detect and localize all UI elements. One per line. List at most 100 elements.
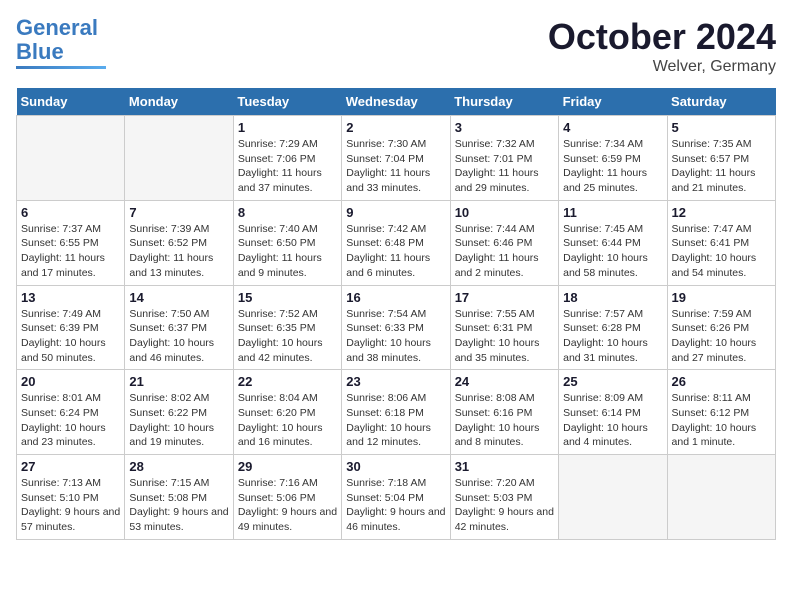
- day-info: Sunrise: 8:11 AMSunset: 6:12 PMDaylight:…: [672, 391, 771, 450]
- day-info: Sunrise: 7:34 AMSunset: 6:59 PMDaylight:…: [563, 137, 662, 196]
- title-area: October 2024 Welver, Germany: [548, 16, 776, 76]
- calendar-table: SundayMondayTuesdayWednesdayThursdayFrid…: [16, 88, 776, 540]
- day-number: 13: [21, 290, 120, 305]
- col-header-thursday: Thursday: [450, 88, 558, 116]
- calendar-cell: 11Sunrise: 7:45 AMSunset: 6:44 PMDayligh…: [559, 200, 667, 285]
- day-number: 22: [238, 374, 337, 389]
- calendar-cell: 26 Sunrise: 8:11 AMSunset: 6:12 PMDayligh…: [667, 370, 775, 455]
- day-number: 7: [129, 205, 228, 220]
- day-number: 23: [346, 374, 445, 389]
- day-number: 16: [346, 290, 445, 305]
- day-info: Sunrise: 7:54 AMSunset: 6:33 PMDaylight:…: [346, 307, 445, 366]
- calendar-cell: 17 Sunrise: 7:55 AMSunset: 6:31 PMDayligh…: [450, 285, 558, 370]
- day-info: Sunrise: 7:42 AMSunset: 6:48 PMDaylight:…: [346, 222, 445, 281]
- day-info: Sunrise: 7:13 AMSunset: 5:10 PMDaylight:…: [21, 476, 120, 535]
- calendar-cell: 27 Sunrise: 7:13 AMSunset: 5:10 PMDayligh…: [17, 455, 125, 540]
- day-number: 31: [455, 459, 554, 474]
- day-info: Sunrise: 8:09 AMSunset: 6:14 PMDaylight:…: [563, 391, 662, 450]
- day-number: 30: [346, 459, 445, 474]
- calendar-cell: 10Sunrise: 7:44 AMSunset: 6:46 PMDayligh…: [450, 200, 558, 285]
- day-info: Sunrise: 7:59 AMSunset: 6:26 PMDaylight:…: [672, 307, 771, 366]
- day-info: Sunrise: 8:02 AMSunset: 6:22 PMDaylight:…: [129, 391, 228, 450]
- day-number: 19: [672, 290, 771, 305]
- day-number: 29: [238, 459, 337, 474]
- day-number: 26: [672, 374, 771, 389]
- day-info: Sunrise: 7:40 AMSunset: 6:50 PMDaylight:…: [238, 222, 337, 281]
- calendar-cell: 9 Sunrise: 7:42 AMSunset: 6:48 PMDaylight…: [342, 200, 450, 285]
- day-number: 17: [455, 290, 554, 305]
- calendar-cell: 25 Sunrise: 8:09 AMSunset: 6:14 PMDayligh…: [559, 370, 667, 455]
- day-info: Sunrise: 7:15 AMSunset: 5:08 PMDaylight:…: [129, 476, 228, 535]
- calendar-week-5: 27 Sunrise: 7:13 AMSunset: 5:10 PMDayligh…: [17, 455, 776, 540]
- day-number: 15: [238, 290, 337, 305]
- day-info: Sunrise: 7:49 AMSunset: 6:39 PMDaylight:…: [21, 307, 120, 366]
- calendar-cell: 29 Sunrise: 7:16 AMSunset: 5:06 PMDayligh…: [233, 455, 341, 540]
- calendar-cell: [17, 116, 125, 201]
- day-info: Sunrise: 7:32 AMSunset: 7:01 PMDaylight:…: [455, 137, 554, 196]
- day-number: 4: [563, 120, 662, 135]
- col-header-wednesday: Wednesday: [342, 88, 450, 116]
- calendar-cell: 14 Sunrise: 7:50 AMSunset: 6:37 PMDayligh…: [125, 285, 233, 370]
- day-number: 6: [21, 205, 120, 220]
- calendar-cell: 5Sunrise: 7:35 AMSunset: 6:57 PMDaylight…: [667, 116, 775, 201]
- day-info: Sunrise: 7:29 AMSunset: 7:06 PMDaylight:…: [238, 137, 337, 196]
- header-row: SundayMondayTuesdayWednesdayThursdayFrid…: [17, 88, 776, 116]
- day-number: 2: [346, 120, 445, 135]
- day-number: 24: [455, 374, 554, 389]
- day-number: 9: [346, 205, 445, 220]
- day-info: Sunrise: 7:35 AMSunset: 6:57 PMDaylight:…: [672, 137, 771, 196]
- day-info: Sunrise: 7:55 AMSunset: 6:31 PMDaylight:…: [455, 307, 554, 366]
- calendar-cell: 19 Sunrise: 7:59 AMSunset: 6:26 PMDayligh…: [667, 285, 775, 370]
- day-number: 20: [21, 374, 120, 389]
- col-header-tuesday: Tuesday: [233, 88, 341, 116]
- day-info: Sunrise: 7:44 AMSunset: 6:46 PMDaylight:…: [455, 222, 554, 281]
- day-info: Sunrise: 7:20 AMSunset: 5:03 PMDaylight:…: [455, 476, 554, 535]
- logo: GeneralBlue: [16, 16, 106, 69]
- day-info: Sunrise: 7:50 AMSunset: 6:37 PMDaylight:…: [129, 307, 228, 366]
- day-info: Sunrise: 7:57 AMSunset: 6:28 PMDaylight:…: [563, 307, 662, 366]
- calendar-cell: 24 Sunrise: 8:08 AMSunset: 6:16 PMDayligh…: [450, 370, 558, 455]
- day-info: Sunrise: 7:18 AMSunset: 5:04 PMDaylight:…: [346, 476, 445, 535]
- calendar-cell: 8 Sunrise: 7:40 AMSunset: 6:50 PMDaylight…: [233, 200, 341, 285]
- day-number: 3: [455, 120, 554, 135]
- day-info: Sunrise: 8:04 AMSunset: 6:20 PMDaylight:…: [238, 391, 337, 450]
- day-info: Sunrise: 8:08 AMSunset: 6:16 PMDaylight:…: [455, 391, 554, 450]
- month-title: October 2024: [548, 16, 776, 58]
- calendar-cell: 12 Sunrise: 7:47 AMSunset: 6:41 PMDayligh…: [667, 200, 775, 285]
- location: Welver, Germany: [548, 58, 776, 76]
- calendar-cell: 6 Sunrise: 7:37 AMSunset: 6:55 PMDaylight…: [17, 200, 125, 285]
- day-number: 8: [238, 205, 337, 220]
- calendar-cell: 13 Sunrise: 7:49 AMSunset: 6:39 PMDayligh…: [17, 285, 125, 370]
- calendar-cell: [559, 455, 667, 540]
- day-info: Sunrise: 7:39 AMSunset: 6:52 PMDaylight:…: [129, 222, 228, 281]
- day-info: Sunrise: 7:37 AMSunset: 6:55 PMDaylight:…: [21, 222, 120, 281]
- day-info: Sunrise: 7:16 AMSunset: 5:06 PMDaylight:…: [238, 476, 337, 535]
- calendar-cell: [667, 455, 775, 540]
- day-number: 1: [238, 120, 337, 135]
- calendar-cell: 23 Sunrise: 8:06 AMSunset: 6:18 PMDayligh…: [342, 370, 450, 455]
- calendar-cell: 3 Sunrise: 7:32 AMSunset: 7:01 PMDaylight…: [450, 116, 558, 201]
- day-info: Sunrise: 7:47 AMSunset: 6:41 PMDaylight:…: [672, 222, 771, 281]
- day-number: 14: [129, 290, 228, 305]
- calendar-cell: 22 Sunrise: 8:04 AMSunset: 6:20 PMDayligh…: [233, 370, 341, 455]
- page-header: GeneralBlue October 2024 Welver, Germany: [16, 16, 776, 76]
- calendar-week-2: 6 Sunrise: 7:37 AMSunset: 6:55 PMDaylight…: [17, 200, 776, 285]
- calendar-cell: [125, 116, 233, 201]
- day-number: 27: [21, 459, 120, 474]
- day-info: Sunrise: 7:45 AMSunset: 6:44 PMDaylight:…: [563, 222, 662, 281]
- col-header-sunday: Sunday: [17, 88, 125, 116]
- calendar-cell: 2Sunrise: 7:30 AMSunset: 7:04 PMDaylight…: [342, 116, 450, 201]
- calendar-week-4: 20Sunrise: 8:01 AMSunset: 6:24 PMDayligh…: [17, 370, 776, 455]
- day-number: 28: [129, 459, 228, 474]
- calendar-cell: 18Sunrise: 7:57 AMSunset: 6:28 PMDayligh…: [559, 285, 667, 370]
- calendar-cell: 30 Sunrise: 7:18 AMSunset: 5:04 PMDayligh…: [342, 455, 450, 540]
- calendar-cell: 21 Sunrise: 8:02 AMSunset: 6:22 PMDayligh…: [125, 370, 233, 455]
- day-number: 12: [672, 205, 771, 220]
- calendar-cell: 16 Sunrise: 7:54 AMSunset: 6:33 PMDayligh…: [342, 285, 450, 370]
- calendar-cell: 31 Sunrise: 7:20 AMSunset: 5:03 PMDayligh…: [450, 455, 558, 540]
- logo-text: GeneralBlue: [16, 16, 98, 64]
- day-number: 21: [129, 374, 228, 389]
- calendar-week-1: 1 Sunrise: 7:29 AMSunset: 7:06 PMDaylight…: [17, 116, 776, 201]
- day-number: 25: [563, 374, 662, 389]
- day-info: Sunrise: 8:06 AMSunset: 6:18 PMDaylight:…: [346, 391, 445, 450]
